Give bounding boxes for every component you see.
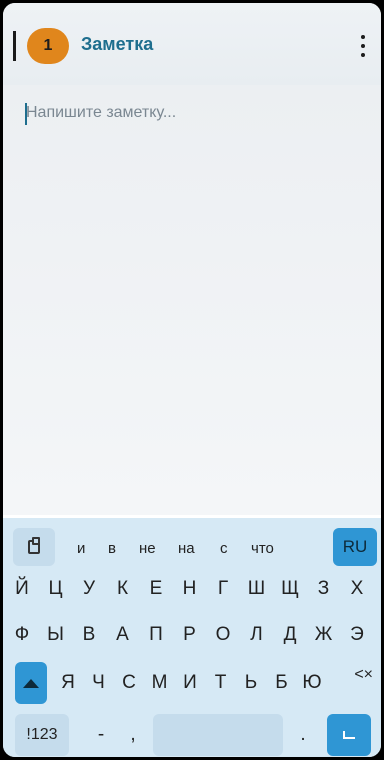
suggestion-bar: и в не на с что RU xyxy=(3,524,381,568)
numbers-key[interactable]: !123 xyxy=(15,714,69,756)
letter-key[interactable]: Ш xyxy=(242,568,272,610)
letter-key[interactable]: Б xyxy=(267,662,297,704)
suggestion-item[interactable]: что xyxy=(251,540,274,557)
dash-key[interactable]: - xyxy=(91,714,111,756)
letter-key[interactable]: Щ xyxy=(275,568,305,610)
note-text-area[interactable]: Напишите заметку... xyxy=(3,85,381,515)
letter-key[interactable]: О xyxy=(208,614,238,656)
back-indicator[interactable] xyxy=(13,31,16,61)
letter-key[interactable]: А xyxy=(108,614,138,656)
note-placeholder: Напишите заметку... xyxy=(26,104,177,121)
shift-arrow-icon xyxy=(23,678,39,692)
page-title: Заметка xyxy=(81,34,154,54)
language-switch-button[interactable]: RU xyxy=(333,528,377,566)
letter-key[interactable]: Д xyxy=(275,614,305,656)
clipboard-button[interactable] xyxy=(13,528,55,566)
letter-key[interactable]: Ь xyxy=(236,662,266,704)
enter-key[interactable] xyxy=(327,714,371,756)
suggestion-item[interactable]: с xyxy=(220,540,228,557)
letter-key[interactable]: К xyxy=(108,568,138,610)
suggestion-item[interactable]: не xyxy=(139,540,156,557)
letter-key[interactable]: В xyxy=(74,614,104,656)
letter-key[interactable]: Ю xyxy=(297,662,327,704)
on-screen-keyboard: и в не на с что RU ЙЦУКЕНГШЩЗХ ФЫВАПРОЛД… xyxy=(3,518,381,757)
shift-key[interactable] xyxy=(15,662,47,704)
letter-key[interactable]: Ц xyxy=(41,568,71,610)
suggestion-item[interactable]: и xyxy=(77,540,85,557)
letter-key[interactable]: П xyxy=(141,614,171,656)
letter-key[interactable]: Ч xyxy=(84,662,114,704)
letter-key[interactable]: Х xyxy=(342,568,372,610)
letter-key[interactable]: Л xyxy=(242,614,272,656)
letter-key[interactable]: Р xyxy=(175,614,205,656)
letter-key[interactable]: Г xyxy=(208,568,238,610)
clipboard-icon xyxy=(28,537,40,554)
suggestion-item[interactable]: на xyxy=(178,540,195,557)
letter-key[interactable]: М xyxy=(145,662,175,704)
letter-key[interactable]: Ж xyxy=(309,614,339,656)
comma-key[interactable]: , xyxy=(123,714,143,756)
keyboard-bottom-row: !123 - , . xyxy=(3,714,381,756)
suggestion-item[interactable]: в xyxy=(108,540,116,557)
note-number-badge: 1 xyxy=(27,28,69,64)
app-bar: 1 Заметка xyxy=(3,3,381,85)
note-screen: 1 Заметка Напишите заметку... и в не на … xyxy=(3,3,381,757)
more-options-icon[interactable] xyxy=(359,35,367,57)
letter-key[interactable]: У xyxy=(74,568,104,610)
letter-key[interactable]: Я xyxy=(53,662,83,704)
letter-key[interactable]: Э xyxy=(342,614,372,656)
letter-key[interactable]: Е xyxy=(141,568,171,610)
letter-key[interactable]: Н xyxy=(175,568,205,610)
enter-arrow-icon xyxy=(343,731,355,739)
backspace-key[interactable]: <× xyxy=(354,666,373,684)
letter-key[interactable]: Й xyxy=(7,568,37,610)
letter-key[interactable]: Ы xyxy=(41,614,71,656)
period-key[interactable]: . xyxy=(293,714,313,756)
letter-key[interactable]: И xyxy=(175,662,205,704)
letter-key[interactable]: С xyxy=(114,662,144,704)
letter-key[interactable]: Т xyxy=(206,662,236,704)
space-key[interactable] xyxy=(153,714,283,756)
letter-key[interactable]: З xyxy=(309,568,339,610)
letter-key[interactable]: Ф xyxy=(7,614,37,656)
